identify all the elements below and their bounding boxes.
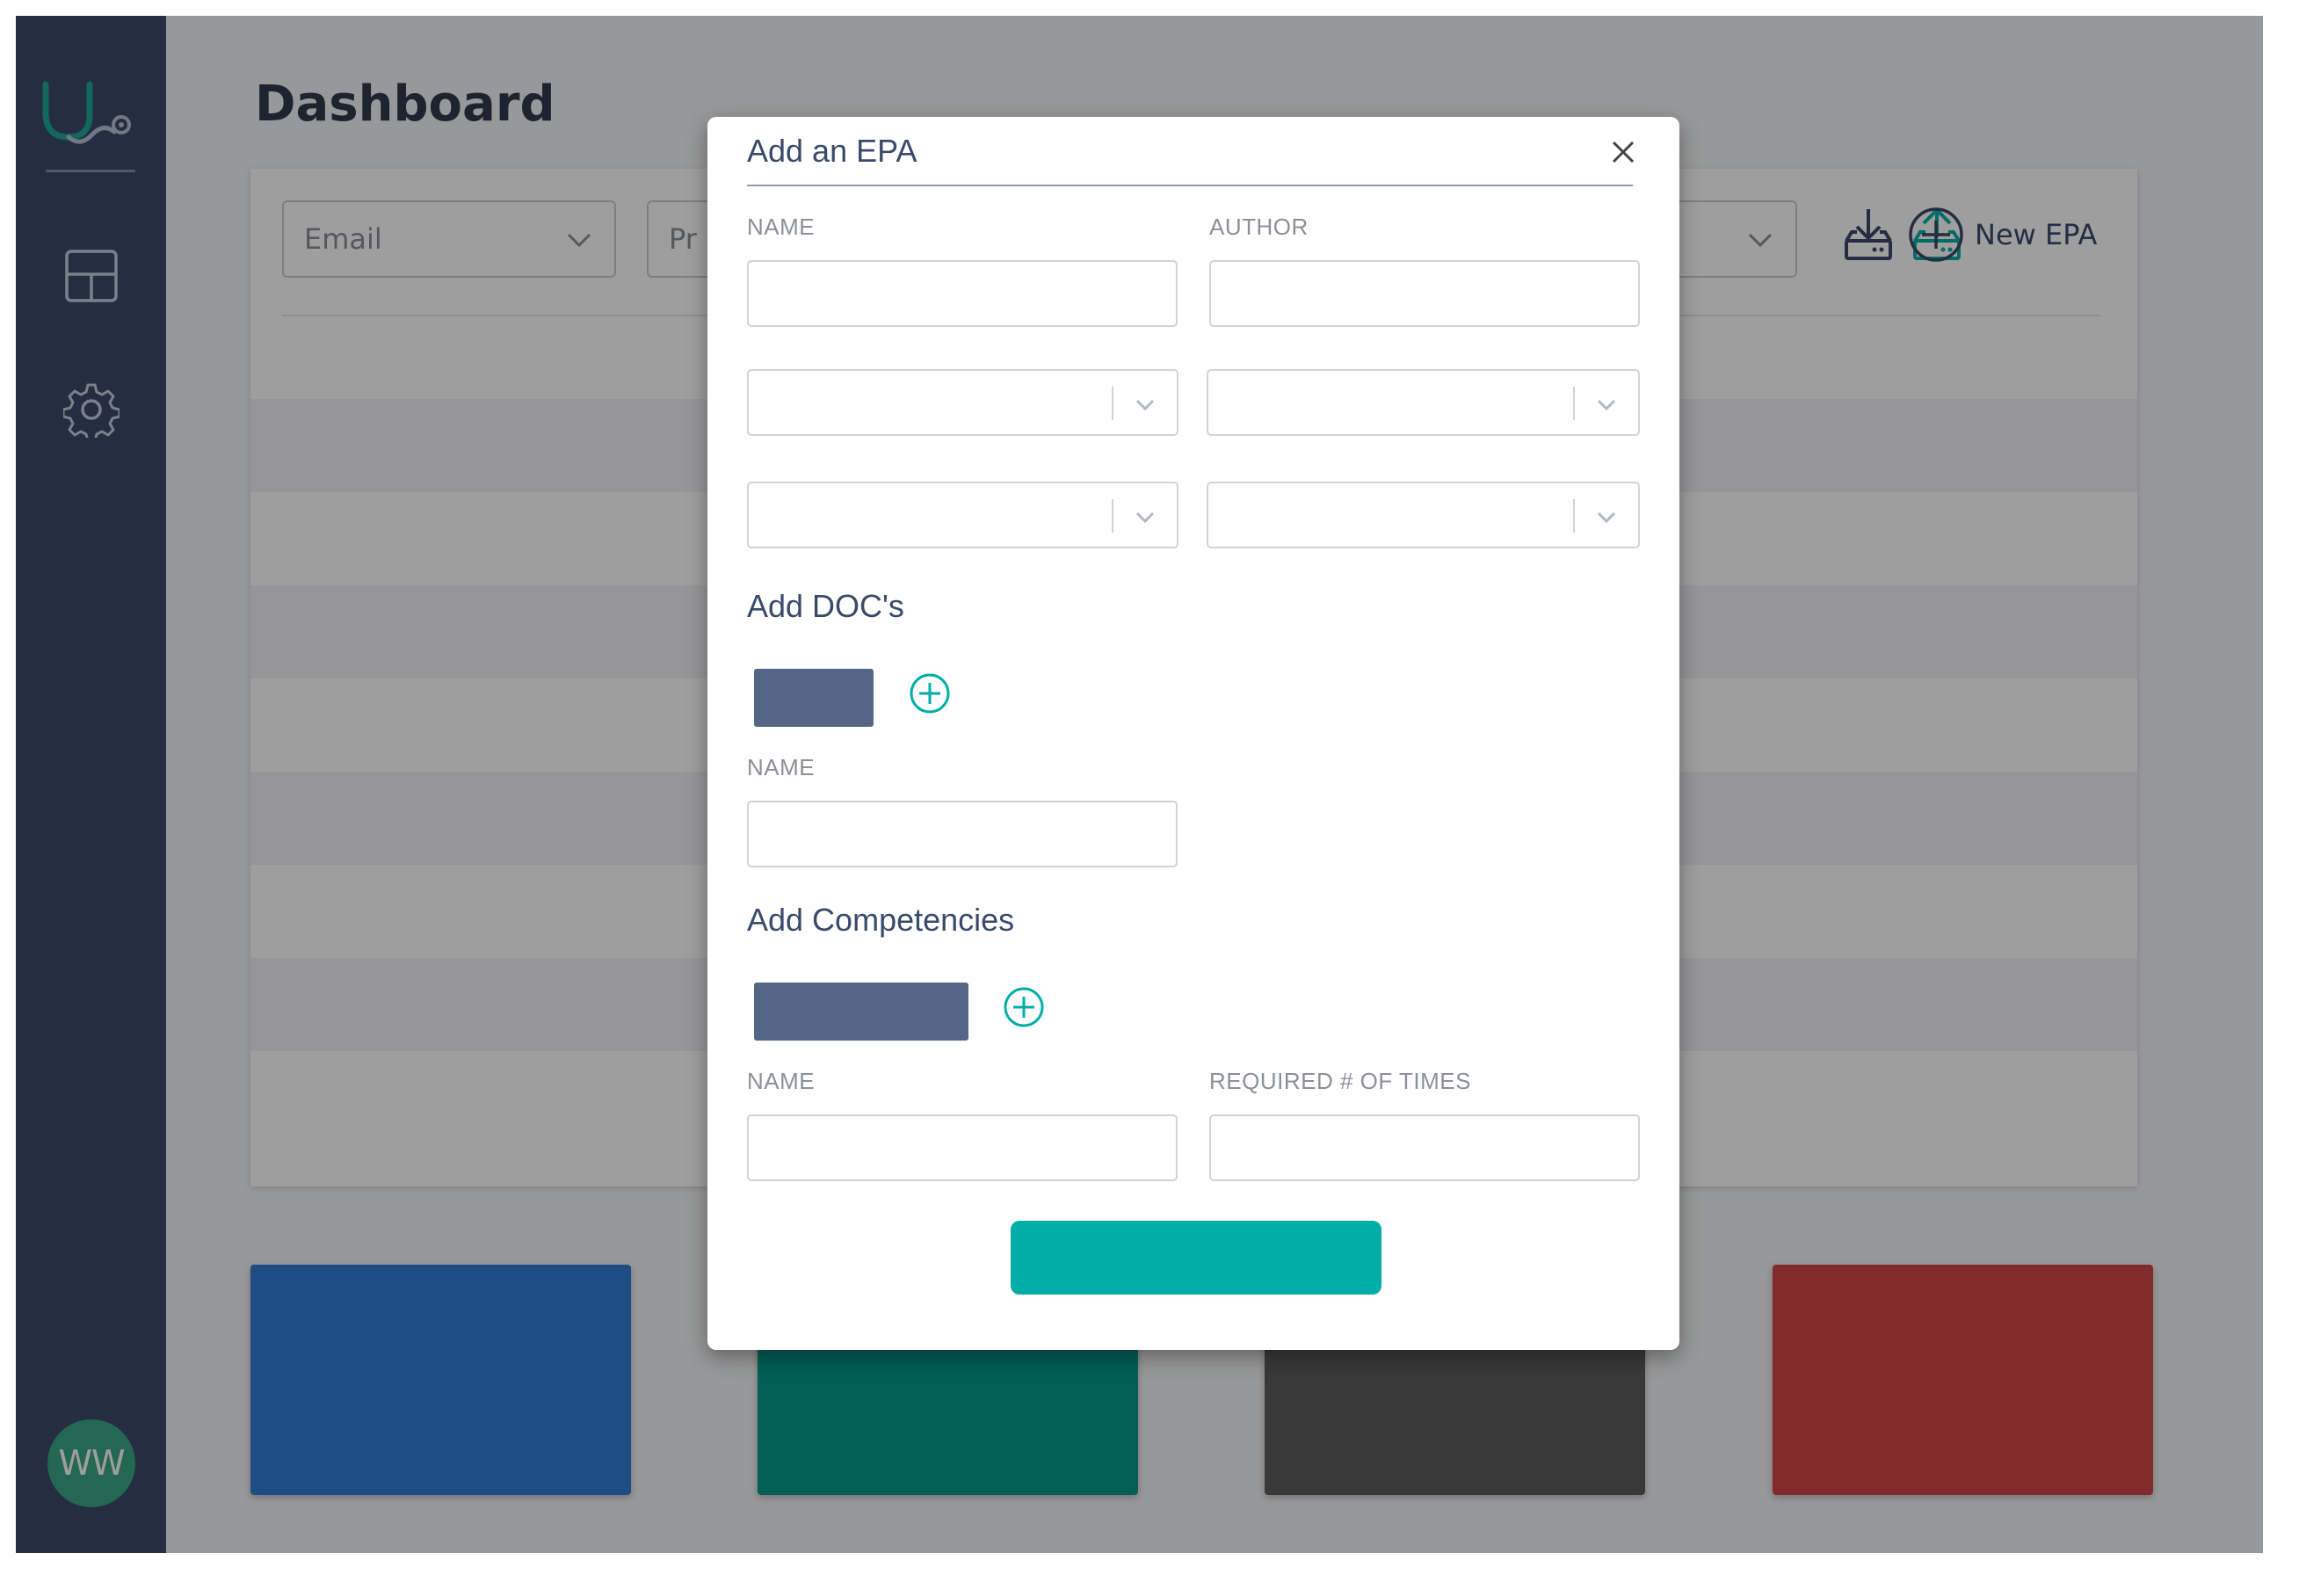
add-epa-modal: Add an EPA NAME AUTHOR Add DOC's NAME Ad… — [707, 117, 1679, 1350]
competency-name-label: NAME — [747, 1068, 816, 1094]
required-times-input[interactable] — [1209, 1114, 1640, 1181]
doc-name-label: NAME — [747, 754, 816, 780]
competency-button[interactable] — [754, 983, 968, 1041]
app-window: WW Dashboard Email Pr New EPA Add an EPA… — [16, 16, 2263, 1553]
modal-close-button[interactable] — [1604, 133, 1642, 171]
chevron-down-icon — [1135, 511, 1155, 524]
add-competencies-title: Add Competencies — [747, 902, 1015, 938]
competency-name-input[interactable] — [747, 1114, 1178, 1181]
submit-button[interactable] — [1011, 1221, 1381, 1295]
select-separator — [1573, 387, 1575, 420]
doc-button[interactable] — [754, 669, 874, 727]
select-2[interactable] — [1207, 369, 1640, 436]
select-1[interactable] — [747, 369, 1178, 436]
name-input[interactable] — [747, 260, 1178, 327]
doc-name-input[interactable] — [747, 801, 1178, 867]
select-separator — [1112, 387, 1113, 420]
select-separator — [1112, 499, 1113, 533]
close-icon — [1612, 141, 1635, 163]
select-separator — [1573, 499, 1575, 533]
add-competency-plus-icon[interactable] — [1003, 986, 1045, 1028]
chevron-down-icon — [1597, 511, 1616, 524]
modal-title: Add an EPA — [747, 133, 917, 169]
add-doc-plus-icon[interactable] — [909, 672, 951, 715]
select-4[interactable] — [1207, 482, 1640, 548]
select-3[interactable] — [747, 482, 1178, 548]
author-label: AUTHOR — [1209, 214, 1309, 240]
add-docs-title: Add DOC's — [747, 588, 904, 624]
name-label: NAME — [747, 214, 816, 240]
required-times-label: REQUIRED # OF TIMES — [1209, 1068, 1471, 1094]
chevron-down-icon — [1597, 399, 1616, 411]
modal-title-divider — [747, 185, 1633, 186]
chevron-down-icon — [1135, 399, 1155, 411]
author-input[interactable] — [1209, 260, 1640, 327]
